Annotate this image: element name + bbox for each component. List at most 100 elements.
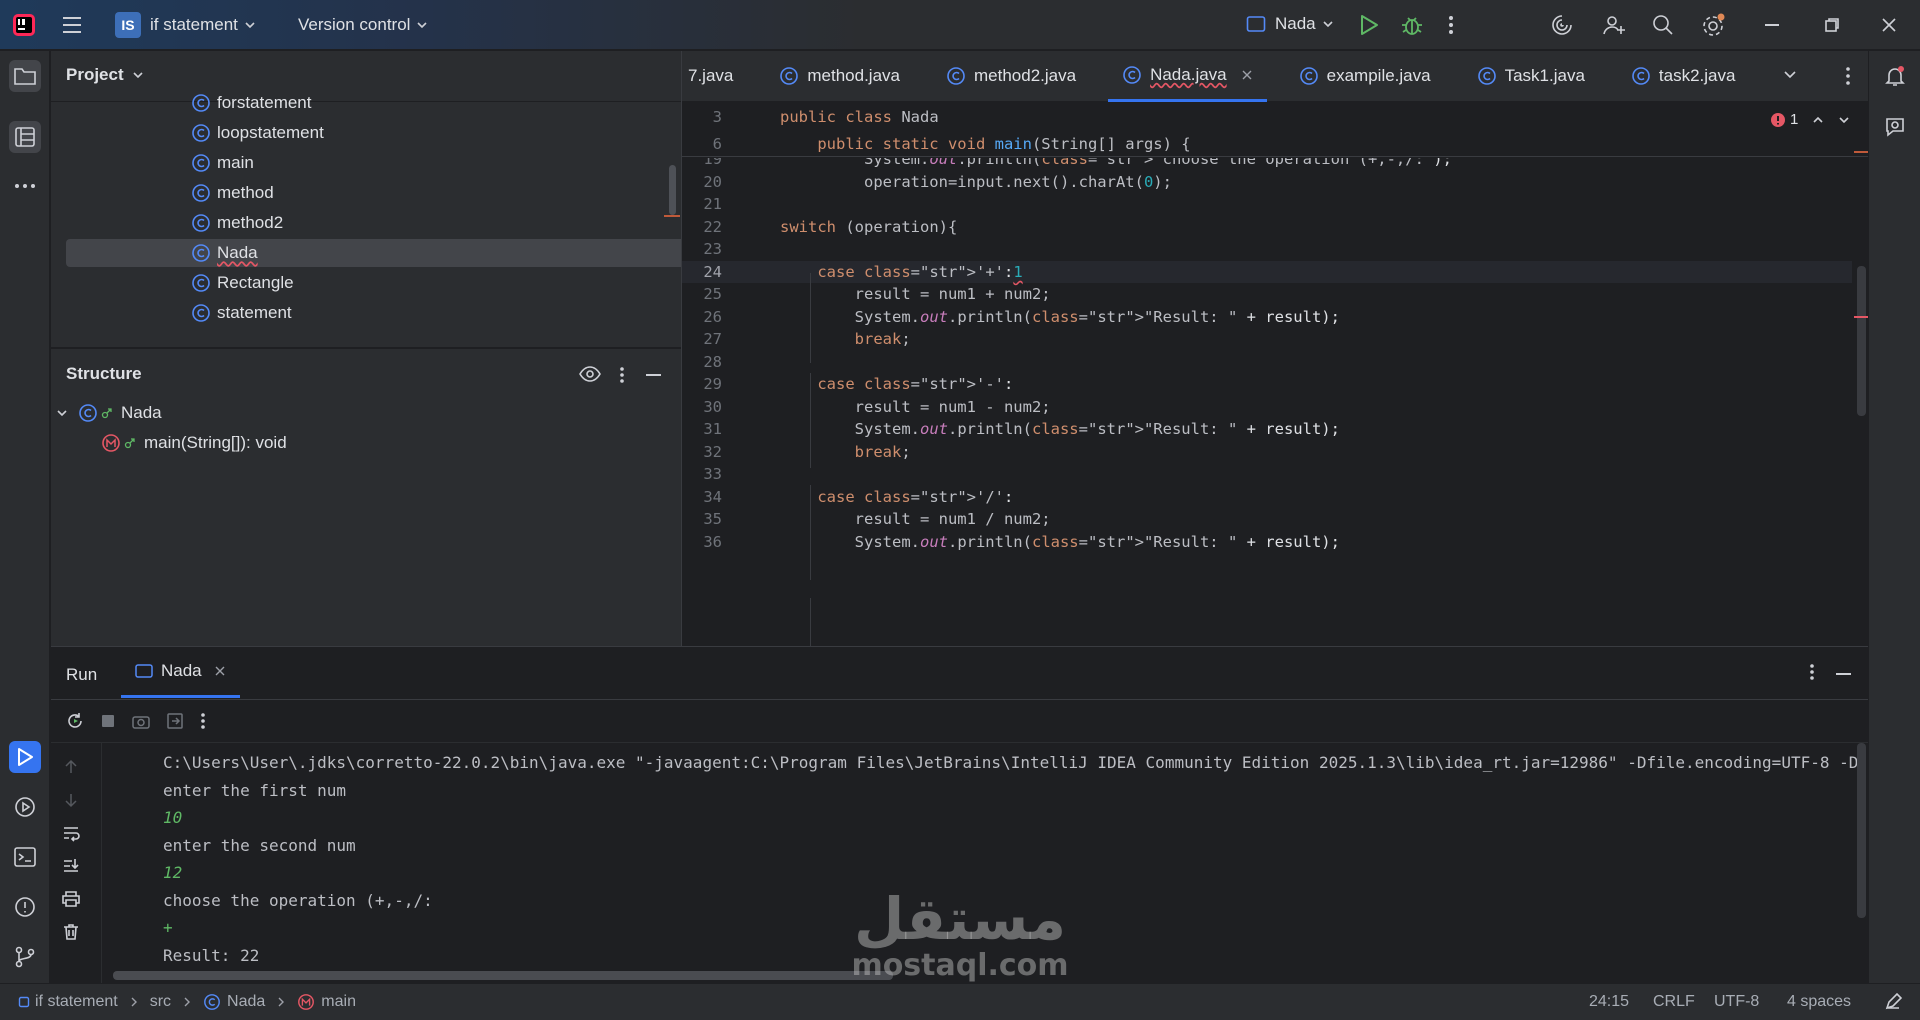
file-encoding[interactable]: UTF-8 <box>1714 993 1759 1011</box>
eye-icon[interactable] <box>579 365 601 383</box>
problems-tool-button[interactable] <box>9 891 41 923</box>
services-tool-button[interactable] <box>9 791 41 823</box>
structure-class-row[interactable]: Nada <box>56 399 162 427</box>
minimize-window-icon[interactable] <box>1765 24 1779 26</box>
project-tree-item[interactable]: method <box>66 179 717 207</box>
tab-list-chevron-icon[interactable] <box>1782 67 1798 83</box>
code-line[interactable]: 24 case class="str">'+':1 <box>682 260 1852 283</box>
console-output[interactable]: C:\Users\User\.jdks\corretto-22.0.2\bin\… <box>101 743 1920 984</box>
restore-window-icon[interactable] <box>1824 17 1840 33</box>
editor-tab[interactable]: task2.java <box>1617 51 1750 102</box>
project-tree-item[interactable]: main <box>66 149 717 177</box>
git-tool-button[interactable] <box>9 941 41 973</box>
project-scrollbar[interactable] <box>669 165 676 215</box>
code-line[interactable]: 36 System.out.println(class="str">"Resul… <box>682 531 1822 554</box>
trash-icon[interactable] <box>61 922 81 942</box>
code-line[interactable]: 34 case class="str">'/': <box>682 486 1822 509</box>
code-line[interactable]: 30 result = num1 - num2; <box>682 396 1822 419</box>
run-tool-button[interactable] <box>9 741 41 773</box>
run-tab-nada[interactable]: Nada <box>121 647 240 698</box>
project-tree-item[interactable]: Nada <box>66 239 717 267</box>
code-line[interactable]: 21 <box>682 193 1822 216</box>
code-line[interactable]: 20 operation=input.next().charAt(0); <box>682 171 1822 194</box>
read-only-toggle-icon[interactable] <box>1884 993 1902 1011</box>
editor-tab[interactable]: Nada.java <box>1108 51 1267 102</box>
editor-tab[interactable]: 7.java <box>682 51 747 102</box>
more-actions-icon[interactable] <box>1447 14 1455 36</box>
run-config-selector[interactable]: Nada <box>1246 14 1334 34</box>
chevron-down-icon[interactable] <box>1838 114 1850 126</box>
code-line[interactable]: 22 switch (operation){ <box>682 216 1822 239</box>
code-line[interactable]: 28 <box>682 351 1822 374</box>
editor-tab[interactable]: method.java <box>765 51 914 102</box>
hide-panel-icon[interactable] <box>646 374 661 376</box>
project-tree-item[interactable]: forstatement <box>66 89 717 117</box>
hide-run-panel-icon[interactable] <box>1836 673 1851 675</box>
error-indicator[interactable]: 1 <box>1770 111 1850 128</box>
console-horizontal-scrollbar[interactable] <box>113 971 893 980</box>
code-line[interactable]: 19 System.out.println(class="str">"choos… <box>682 158 1822 171</box>
more-options-icon[interactable] <box>618 365 626 385</box>
code-with-me-icon[interactable] <box>1602 13 1626 37</box>
code-line[interactable]: 23 <box>682 238 1822 261</box>
arrow-down-icon[interactable] <box>61 790 81 810</box>
more-tools-button[interactable] <box>9 170 41 202</box>
sticky-line[interactable]: 6 public static void main(String[] args)… <box>682 130 1822 157</box>
close-window-icon[interactable] <box>1881 17 1897 33</box>
project-switcher[interactable]: IS if statement <box>115 12 256 38</box>
editor-tab[interactable]: method2.java <box>932 51 1090 102</box>
main-menu-icon[interactable] <box>60 14 84 36</box>
notifications-button[interactable] <box>1879 60 1911 92</box>
tab-more-options-icon[interactable] <box>1844 65 1852 87</box>
chevron-up-icon[interactable] <box>1812 114 1824 126</box>
caret-position[interactable]: 24:15 <box>1589 993 1629 1011</box>
editor-scrollbar[interactable] <box>1857 266 1866 416</box>
intellij-logo-icon[interactable] <box>12 13 36 37</box>
line-separator[interactable]: CRLF <box>1653 993 1695 1011</box>
breadcrumb-method[interactable]: main <box>321 993 356 1011</box>
exit-icon[interactable] <box>165 711 185 731</box>
console-vertical-scrollbar[interactable] <box>1857 743 1866 918</box>
rerun-icon[interactable] <box>65 711 85 731</box>
ai-chat-button[interactable] <box>1879 111 1911 143</box>
code-line[interactable]: 35 result = num1 / num2; <box>682 508 1822 531</box>
close-tab-icon[interactable] <box>1241 69 1253 81</box>
terminal-tool-button[interactable] <box>9 841 41 873</box>
print-icon[interactable] <box>61 889 81 909</box>
run-button[interactable] <box>1358 13 1380 37</box>
version-control-menu[interactable]: Version control <box>298 15 428 35</box>
code-view[interactable]: 19 System.out.println(class="str">"choos… <box>682 158 1869 646</box>
code-line[interactable]: 26 System.out.println(class="str">"Resul… <box>682 306 1822 329</box>
ai-assistant-icon[interactable] <box>1550 13 1574 37</box>
editor-tab[interactable]: Task1.java <box>1463 51 1599 102</box>
structure-method-row[interactable]: main(String[]): void <box>101 429 287 457</box>
breadcrumb-class[interactable]: Nada <box>227 993 265 1011</box>
project-tree-item[interactable]: method2 <box>66 209 717 237</box>
structure-tool-button[interactable] <box>9 121 41 153</box>
arrow-up-icon[interactable] <box>61 757 81 777</box>
scroll-to-end-icon[interactable] <box>61 856 81 876</box>
code-line[interactable]: 31 System.out.println(class="str">"Resul… <box>682 418 1822 441</box>
project-tree-item[interactable]: statement <box>66 299 717 327</box>
more-options-icon[interactable] <box>199 711 207 731</box>
sticky-line[interactable]: 3 public class Nada <box>682 103 1822 130</box>
search-icon[interactable] <box>1651 13 1675 37</box>
stop-icon[interactable] <box>99 712 117 730</box>
camera-icon[interactable] <box>131 712 151 730</box>
project-tool-button[interactable] <box>9 60 41 92</box>
breadcrumb-src[interactable]: src <box>150 993 171 1011</box>
code-line[interactable]: 29 case class="str">'-': <box>682 373 1822 396</box>
editor-tab[interactable]: exampile.java <box>1285 51 1445 102</box>
close-tab-icon[interactable] <box>214 665 226 677</box>
indent-setting[interactable]: 4 spaces <box>1787 993 1851 1011</box>
run-more-options-icon[interactable] <box>1808 662 1816 682</box>
project-tree-item[interactable]: loopstatement <box>66 119 717 147</box>
code-line[interactable]: 33 <box>682 463 1822 486</box>
project-tree-item[interactable]: Rectangle <box>66 269 717 297</box>
code-line[interactable]: 25 result = num1 + num2; <box>682 283 1822 306</box>
breadcrumb-project[interactable]: if statement <box>35 993 118 1011</box>
code-line[interactable]: 32 break; <box>682 441 1822 464</box>
project-panel-header[interactable]: Project <box>66 65 144 85</box>
debug-button[interactable] <box>1400 13 1424 37</box>
code-line[interactable]: 27 break; <box>682 328 1822 351</box>
